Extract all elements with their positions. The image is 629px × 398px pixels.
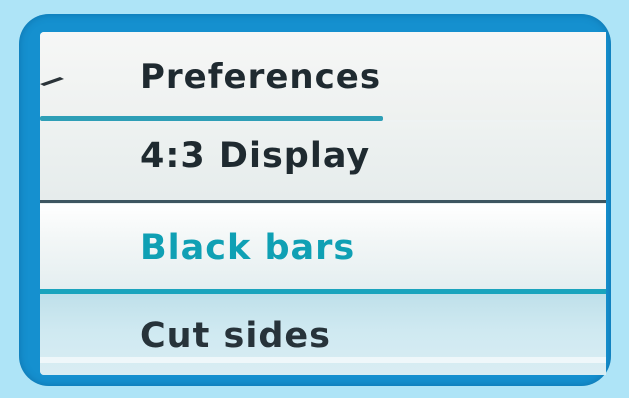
- device-frame: Preferences 4:3 Display Black bars Cut s…: [19, 14, 611, 386]
- menu-header-label: Preferences: [140, 57, 382, 97]
- back-arrow-icon[interactable]: [40, 74, 66, 88]
- menu-option-label: Black bars: [140, 228, 356, 268]
- divider: [40, 200, 606, 203]
- menu-option-black-bars[interactable]: Black bars: [40, 204, 606, 290]
- menu-header: Preferences: [40, 32, 606, 121]
- menu-screen: Preferences 4:3 Display Black bars Cut s…: [40, 32, 606, 375]
- setting-title: 4:3 Display: [40, 122, 606, 200]
- setting-title-label: 4:3 Display: [140, 136, 371, 176]
- bottom-sheen: [40, 357, 606, 363]
- header-underline: [40, 116, 383, 121]
- menu-option-label: Cut sides: [140, 316, 331, 356]
